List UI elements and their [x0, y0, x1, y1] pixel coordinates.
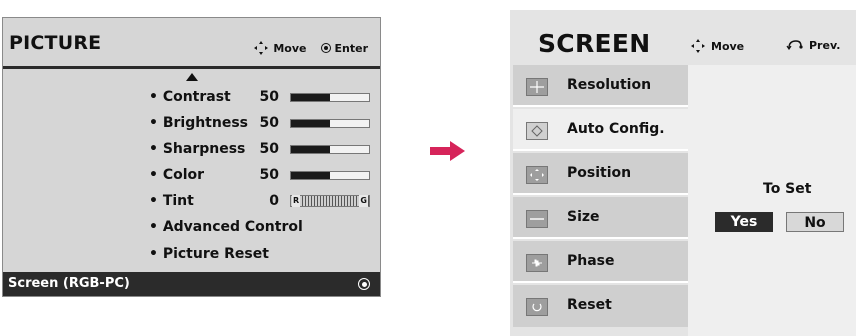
- screen-item-size[interactable]: Size: [513, 197, 688, 239]
- screen-menu-title: SCREEN: [538, 29, 651, 58]
- move-arrows-icon: [253, 40, 269, 56]
- screen-item-position[interactable]: Position: [513, 153, 688, 195]
- screen-item-label: Reset: [567, 297, 612, 313]
- menu-item-advanced-control[interactable]: • Advanced Control: [149, 217, 303, 237]
- move-arrows-icon: [690, 38, 706, 54]
- to-set-prompt: To Set: [763, 181, 812, 197]
- picture-menu: PICTURE Move Enter • Contrast 50 • Brigh…: [2, 17, 381, 297]
- screen-item-resolution[interactable]: Resolution: [513, 65, 688, 107]
- picture-menu-header: PICTURE Move Enter: [3, 18, 380, 69]
- screen-menu-header: SCREEN Move Prev.: [510, 10, 856, 64]
- move-hint-label: Move: [273, 41, 307, 55]
- color-value: 50: [259, 167, 279, 183]
- screen-item-auto-config[interactable]: Auto Config.: [513, 109, 688, 151]
- tint-value: 0: [269, 193, 279, 209]
- screen-item-label: Position: [567, 165, 632, 181]
- screen-move-hint: Move: [690, 38, 744, 54]
- contrast-slider-fill: [291, 94, 330, 101]
- color-slider-fill: [291, 172, 330, 179]
- arrow-right-icon: [430, 140, 466, 166]
- contrast-value: 50: [259, 89, 279, 105]
- phase-icon: [526, 254, 548, 272]
- sharpness-slider[interactable]: [290, 145, 370, 154]
- picture-menu-title: PICTURE: [9, 32, 102, 54]
- menu-item-color[interactable]: • Color: [149, 165, 204, 185]
- prev-hint-label: Prev.: [809, 39, 841, 52]
- brightness-slider-fill: [291, 120, 330, 127]
- auto-config-icon: [526, 122, 548, 140]
- position-icon: [526, 166, 548, 184]
- scroll-up-arrow-icon[interactable]: [186, 73, 198, 81]
- tint-green-mark: G: [359, 195, 368, 207]
- enter-button-icon: [320, 43, 331, 53]
- return-icon: [786, 38, 804, 53]
- menu-item-picture-reset[interactable]: • Picture Reset: [149, 244, 269, 264]
- screen-item-label: Size: [567, 209, 600, 225]
- screen-menu: SCREEN Move Prev. Resolution Auto Config…: [510, 10, 856, 336]
- plus-icon: [526, 78, 548, 96]
- move-hint-label: Move: [711, 39, 745, 53]
- screen-item-label: Auto Config.: [567, 121, 665, 137]
- screen-item-label: Phase: [567, 253, 615, 269]
- menu-item-tint[interactable]: • Tint: [149, 191, 194, 211]
- yes-button[interactable]: Yes: [715, 212, 773, 232]
- sharpness-value: 50: [259, 141, 279, 157]
- size-icon: [526, 210, 548, 228]
- menu-item-sharpness[interactable]: • Sharpness: [149, 139, 245, 159]
- color-slider[interactable]: [290, 171, 370, 180]
- brightness-slider[interactable]: [290, 119, 370, 128]
- tint-red-mark: R: [292, 195, 301, 207]
- screen-item-reset[interactable]: Reset: [513, 285, 688, 327]
- contrast-slider[interactable]: [290, 93, 370, 102]
- reset-icon: [526, 298, 548, 316]
- enter-button-icon: [358, 278, 370, 290]
- no-button[interactable]: No: [786, 212, 844, 232]
- picture-menu-hint: Move Enter: [253, 40, 368, 56]
- sharpness-slider-fill: [291, 146, 330, 153]
- tint-slider[interactable]: R G: [290, 195, 370, 207]
- screen-rgb-pc-item[interactable]: Screen (RGB-PC): [8, 276, 130, 291]
- auto-config-panel: [688, 65, 856, 336]
- menu-item-contrast[interactable]: • Contrast: [149, 87, 231, 107]
- screen-item-label: Resolution: [567, 77, 652, 93]
- menu-item-brightness[interactable]: • Brightness: [149, 113, 248, 133]
- enter-hint-label: Enter: [334, 41, 369, 55]
- picture-menu-footer[interactable]: Screen (RGB-PC): [3, 272, 380, 296]
- brightness-value: 50: [259, 115, 279, 131]
- screen-item-phase[interactable]: Phase: [513, 241, 688, 283]
- screen-prev-hint: Prev.: [786, 38, 840, 53]
